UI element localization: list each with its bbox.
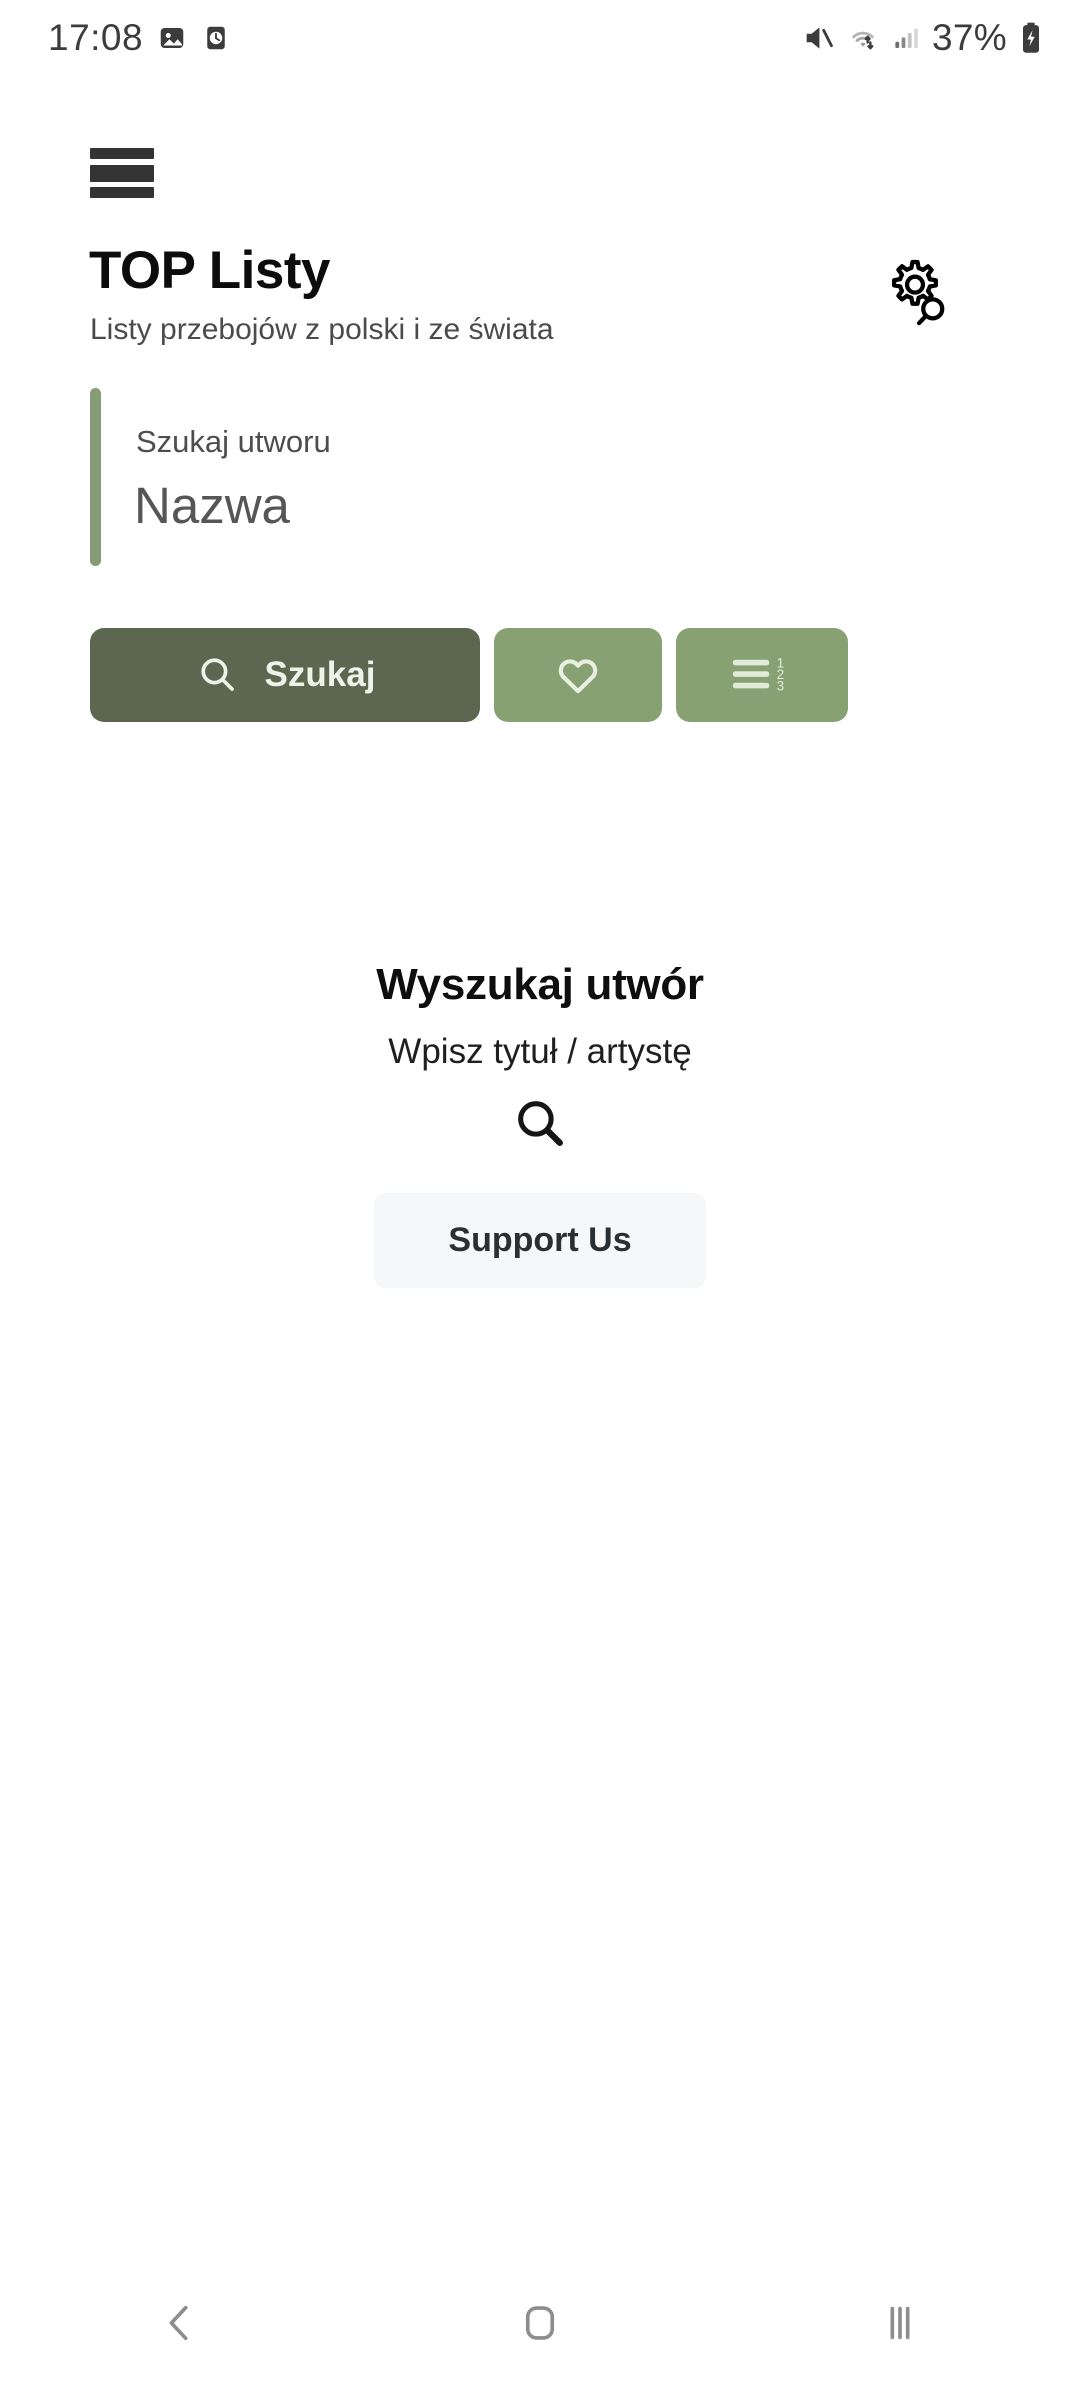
home-icon	[517, 2300, 563, 2351]
battery-charging-icon	[1018, 22, 1044, 54]
action-button-row: Szukaj 1 2 3	[90, 628, 848, 722]
search-field-value: Nazwa	[134, 477, 290, 534]
photo-icon	[157, 23, 187, 53]
hamburger-bar-middle	[90, 164, 154, 182]
search-field-label: Szukaj utworu	[136, 424, 331, 459]
ranking-button[interactable]: 1 2 3	[676, 628, 848, 722]
recents-icon	[877, 2300, 923, 2351]
numbered-list-icon: 1 2 3	[731, 649, 793, 702]
search-icon	[195, 652, 239, 699]
status-bar-clock: 17:08	[48, 17, 144, 58]
empty-state-title: Wyszukaj utwór	[376, 960, 704, 1009]
system-navigation-bar	[0, 2250, 1080, 2400]
hamburger-bar-bottom	[90, 187, 154, 198]
search-button[interactable]: Szukaj	[90, 628, 480, 722]
recents-button[interactable]	[820, 2270, 980, 2380]
hamburger-bar-top	[90, 148, 154, 159]
empty-state: Wyszukaj utwór Wpisz tytuł / artystę Sup…	[0, 960, 1080, 1288]
gear-search-icon	[877, 255, 953, 336]
settings-button[interactable]	[872, 252, 958, 338]
home-button[interactable]	[460, 2270, 620, 2380]
back-icon	[157, 2300, 203, 2351]
heart-icon	[553, 649, 603, 702]
search-field-accent-bar	[90, 388, 101, 566]
search-icon	[511, 1094, 569, 1157]
favorites-button[interactable]	[494, 628, 662, 722]
back-button[interactable]	[100, 2270, 260, 2380]
app-screen: 17:08 37% TOP Listy Listy przebojów z po…	[0, 0, 1080, 2400]
page-title: TOP Listy	[89, 241, 330, 300]
status-bar: 17:08 37%	[0, 0, 1080, 76]
wifi-icon	[846, 21, 880, 55]
status-bar-right: 37%	[801, 17, 1044, 59]
support-us-button[interactable]: Support Us	[374, 1193, 706, 1288]
mute-icon	[801, 21, 835, 55]
alarm-clock-icon	[201, 23, 231, 53]
status-bar-left: 17:08	[48, 17, 231, 59]
svg-text:3: 3	[777, 678, 785, 693]
battery-percent-label: 37%	[932, 17, 1007, 58]
empty-state-subtitle: Wpisz tytuł / artystę	[388, 1032, 692, 1071]
hamburger-menu-icon[interactable]	[90, 148, 154, 198]
search-input[interactable]: Szukaj utworu Nazwa	[90, 388, 990, 566]
page-subtitle: Listy przebojów z polski i ze świata	[90, 313, 554, 346]
search-button-label: Szukaj	[264, 655, 376, 694]
cellular-signal-icon	[891, 23, 921, 53]
